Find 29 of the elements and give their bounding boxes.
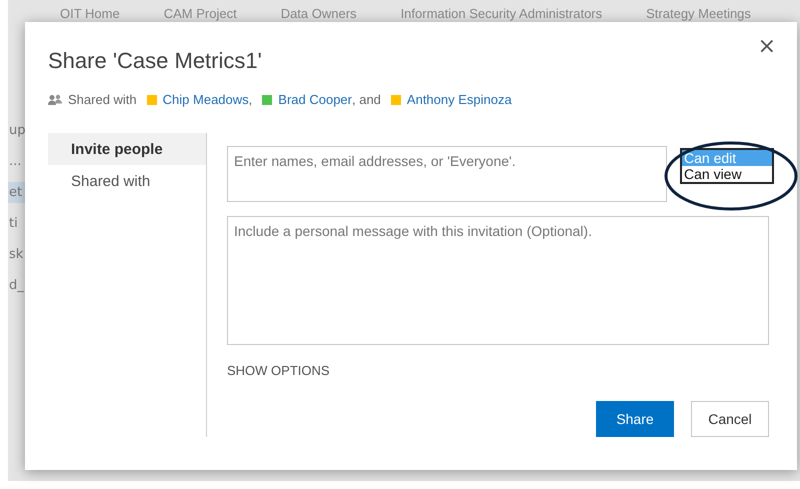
background-text: ti [8,215,19,233]
background-text: ... [8,153,22,171]
show-options-link[interactable]: SHOW OPTIONS [227,363,330,378]
background-text: d_ [8,277,25,295]
background-text: up [8,122,25,140]
nav-link[interactable]: Information Security Administrators [400,6,602,21]
nav-link[interactable]: CAM Project [164,6,237,21]
nav-link[interactable]: Data Owners [280,6,357,21]
separator-text: , and [352,92,381,107]
shared-with-label: Shared with [68,92,137,107]
permission-option[interactable]: Can edit [682,150,772,166]
user-link[interactable]: Brad Cooper [278,92,352,107]
message-field[interactable]: Include a personal message with this invitation (Optional). [227,216,769,345]
side-tab[interactable]: Shared with [48,165,206,197]
cancel-button[interactable]: Cancel [691,401,769,437]
dialog-title: Share 'Case Metrics1' [48,48,262,74]
user-link[interactable]: Anthony Espinoza [406,92,512,107]
side-tab[interactable]: Invite people [48,133,206,165]
people-icon [48,94,62,106]
invite-field[interactable]: Enter names, email addresses, or 'Everyone'. [227,146,667,202]
user-link[interactable]: Chip Meadows [162,92,249,107]
nav-link[interactable]: OIT Home [60,6,120,21]
background-text: sk [8,246,24,264]
nav-link[interactable]: Strategy Meetings [646,6,751,21]
separator-text: , [248,92,252,107]
permission-listbox[interactable]: Can edit Can view [680,148,774,184]
close-button[interactable]: × [758,34,776,59]
background-text: et [8,182,25,203]
share-button[interactable]: Share [596,401,674,437]
